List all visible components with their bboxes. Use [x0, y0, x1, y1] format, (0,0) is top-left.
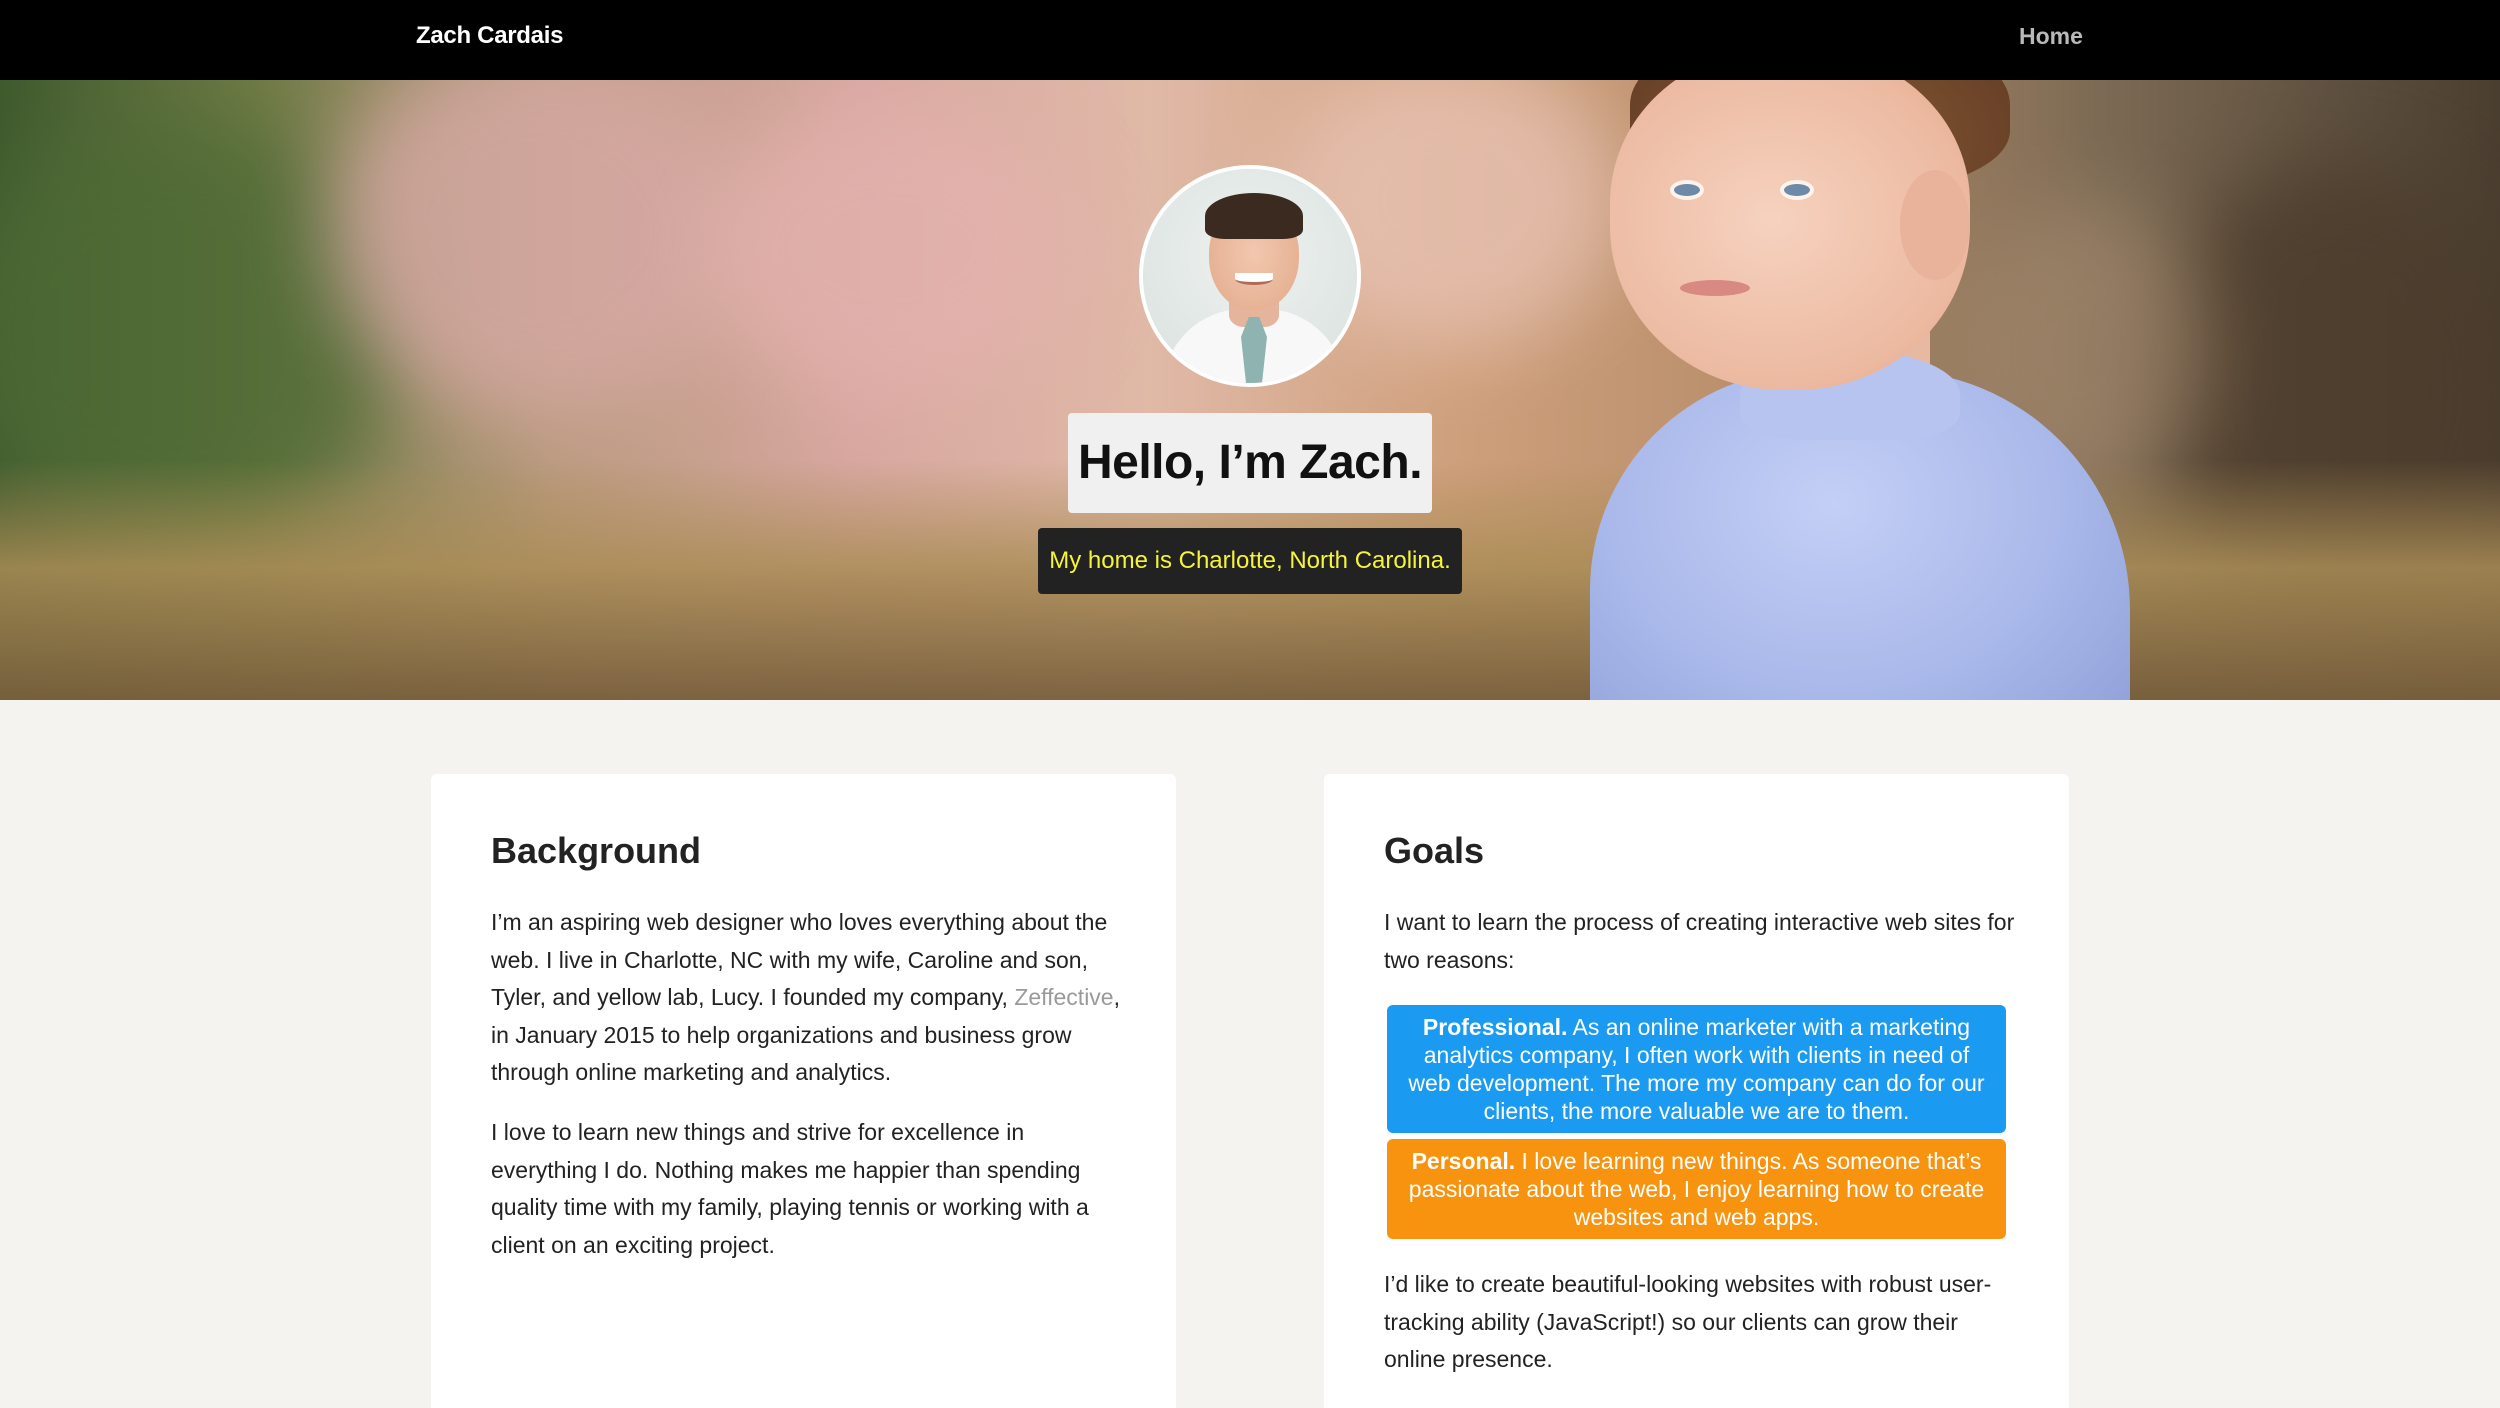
personal-reason-box: Personal. I love learning new things. As… — [1387, 1139, 2006, 1239]
brand-link[interactable]: Zach Cardais — [416, 0, 563, 80]
top-navbar: Zach Cardais Home — [0, 0, 2500, 80]
hero-greeting: Hello, I’m Zach. — [1068, 413, 1432, 513]
nav-home-link[interactable]: Home — [2019, 0, 2083, 80]
background-heading: Background — [491, 830, 702, 871]
reason-title: Personal. — [1411, 1148, 1516, 1174]
background-paragraph-2: I love to learn new things and strive fo… — [491, 1119, 1089, 1258]
goals-card: Goals I want to learn the process of cre… — [1324, 774, 2069, 1408]
goals-heading: Goals — [1384, 830, 1485, 871]
background-card: Background I’m an aspiring web designer … — [431, 774, 1176, 1408]
hero-content: Hello, I’m Zach. My home is Charlotte, N… — [0, 80, 2500, 700]
reason-title: Professional. — [1422, 1014, 1568, 1040]
professional-reason-box: Professional. As an online marketer with… — [1387, 1005, 2006, 1133]
goals-paragraph-3: I’d like to create beautiful-looking web… — [1384, 1271, 1992, 1372]
zeffective-link[interactable]: Zeffective — [1014, 984, 1113, 1010]
background-paragraph-1: I’m an aspiring web designer who loves e… — [491, 904, 1131, 1092]
goals-paragraph-1: I want to learn the process of creating … — [1384, 909, 2015, 973]
hero-subtitle: My home is Charlotte, North Carolina. — [1038, 528, 1462, 594]
avatar — [1139, 165, 1361, 387]
